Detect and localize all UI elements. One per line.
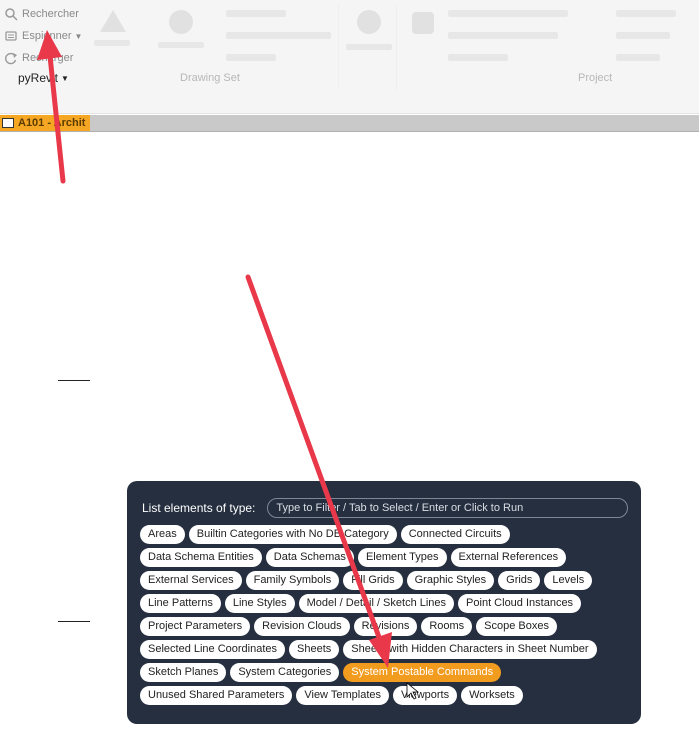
chevron-down-icon: ▼ — [74, 31, 83, 41]
drawing-set-panel-label: Drawing Set — [180, 72, 240, 84]
chip-external-services[interactable]: External Services — [140, 571, 242, 590]
chip-list: Areas Builtin Categories with No DB Categ… — [140, 525, 628, 705]
recharger-label: Recharger — [22, 52, 74, 64]
chip-model-detail-sketch-lines[interactable]: Model / Detail / Sketch Lines — [298, 594, 455, 613]
drawing-line — [58, 380, 90, 381]
project-panel-label: Project — [578, 72, 613, 84]
view-tab-label: A101 - Archit — [18, 117, 86, 129]
chip-fill-grids[interactable]: Fill Grids — [343, 571, 403, 590]
chip-levels[interactable]: Levels — [544, 571, 593, 590]
gear-icon — [357, 10, 381, 34]
rechercher-button[interactable]: Rechercher — [4, 4, 79, 24]
faded-small-button — [448, 32, 558, 39]
panel-title: List elements of type: — [142, 501, 256, 515]
pyrevit-menu-button[interactable]: pyRevit ▼ — [18, 68, 69, 88]
spy-icon — [5, 31, 17, 41]
faded-label — [346, 44, 392, 50]
tool-icon — [412, 12, 434, 34]
pyrevit-ribbon-group: Rechercher Espionner ▼ Recharger pyRevit… — [0, 0, 86, 95]
search-input[interactable] — [267, 498, 628, 518]
faded-small-button — [226, 54, 276, 61]
chip-rooms[interactable]: Rooms — [421, 617, 473, 636]
chevron-down-icon: ▼ — [61, 73, 69, 83]
chip-selected-line-coordinates[interactable]: Selected Line Coordinates — [140, 640, 286, 659]
chip-sheets-with-hidden-characters-in-sheet-number[interactable]: Sheets with Hidden Characters in Sheet N… — [343, 640, 597, 659]
faded-small-button — [616, 32, 670, 39]
search-icon — [5, 8, 18, 21]
sheet-icon — [2, 118, 14, 128]
chip-revision-clouds[interactable]: Revision Clouds — [254, 617, 350, 636]
globe-icon — [169, 10, 193, 34]
faded-small-button — [448, 10, 568, 17]
chip-builtin-categories-with-no-db-category[interactable]: Builtin Categories with No DB Category — [188, 525, 397, 544]
chip-grids[interactable]: Grids — [498, 571, 541, 590]
ribbon: Rechercher Espionner ▼ Recharger pyRevit… — [0, 0, 699, 114]
chip-project-parameters[interactable]: Project Parameters — [140, 617, 251, 636]
reload-icon — [5, 52, 17, 65]
list-elements-panel: List elements of type: AreasBuiltin Cate… — [127, 481, 641, 724]
faded-small-button — [448, 54, 508, 61]
chip-line-styles[interactable]: Line Styles — [224, 594, 295, 613]
pyrevit-label: pyRevit — [18, 71, 59, 85]
chip-scope-boxes[interactable]: Scope Boxes — [476, 617, 557, 636]
chip-external-references[interactable]: External References — [450, 548, 567, 567]
chip-point-cloud-instances[interactable]: Point Cloud Instances — [458, 594, 582, 613]
chip-sheets[interactable]: Sheets — [289, 640, 340, 659]
chip-system-postable-commands[interactable]: System Postable Commands — [343, 663, 502, 682]
chip-connected-circuits[interactable]: Connected Circuits — [400, 525, 510, 544]
chip-line-patterns[interactable]: Line Patterns — [140, 594, 221, 613]
chip-data-schemas[interactable]: Data Schemas — [265, 548, 354, 567]
ribbon-divider — [396, 4, 397, 90]
faded-small-button — [616, 10, 676, 17]
chip-viewports[interactable]: Viewports — [393, 686, 458, 705]
chip-worksets[interactable]: Worksets — [461, 686, 523, 705]
chip-data-schema-entities[interactable]: Data Schema Entities — [140, 548, 262, 567]
faded-label — [158, 42, 204, 48]
recharger-button[interactable]: Recharger — [4, 48, 73, 68]
chip-areas[interactable]: Areas — [140, 525, 185, 544]
ribbon-divider — [338, 4, 339, 90]
faded-small-button — [226, 10, 286, 17]
espionner-button[interactable]: Espionner ▼ — [4, 26, 82, 46]
rechercher-label: Rechercher — [22, 8, 79, 20]
espionner-label: Espionner — [22, 30, 72, 42]
chip-system-categories[interactable]: System Categories — [230, 663, 340, 682]
panel-header: List elements of type: — [140, 497, 628, 519]
chip-graphic-styles[interactable]: Graphic Styles — [406, 571, 495, 590]
chip-unused-shared-parameters[interactable]: Unused Shared Parameters — [140, 686, 293, 705]
chip-sketch-planes[interactable]: Sketch Planes — [140, 663, 227, 682]
faded-label — [94, 40, 130, 46]
faded-small-button — [616, 54, 660, 61]
chip-revisions[interactable]: Revisions — [353, 617, 418, 636]
chip-family-symbols[interactable]: Family Symbols — [245, 571, 340, 590]
view-tab-a101[interactable]: A101 - Archit — [0, 115, 90, 131]
drawing-line — [58, 621, 90, 622]
warning-icon — [100, 10, 126, 32]
view-tab-strip: A101 - Archit — [0, 115, 699, 132]
faded-small-button — [226, 32, 331, 39]
chip-view-templates[interactable]: View Templates — [296, 686, 389, 705]
chip-element-types[interactable]: Element Types — [357, 548, 447, 567]
